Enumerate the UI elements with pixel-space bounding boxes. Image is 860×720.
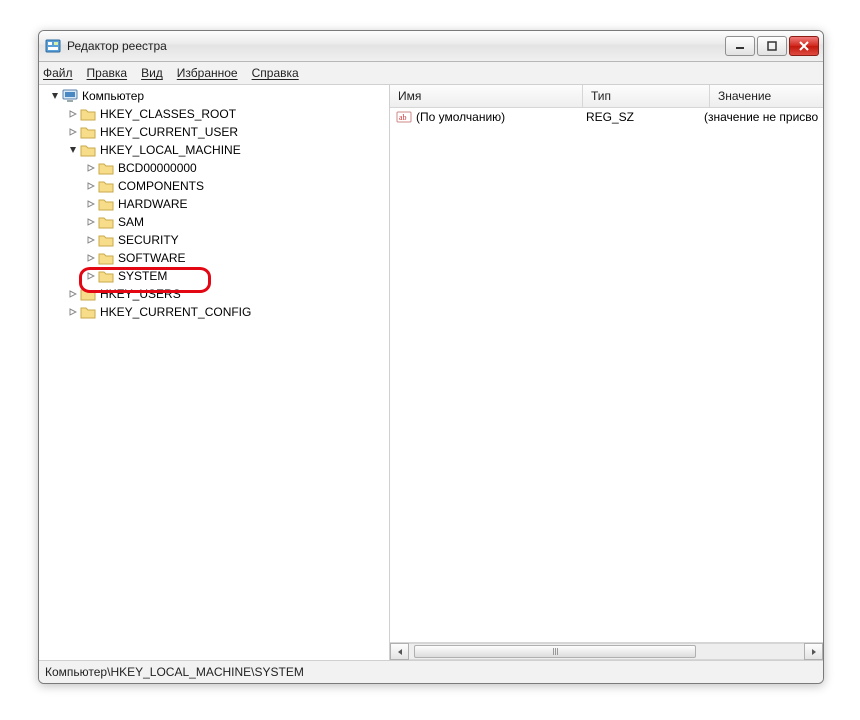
- menu-help[interactable]: Справка: [252, 66, 299, 80]
- row-name: (По умолчанию): [416, 110, 586, 124]
- tree-item-label: SYSTEM: [118, 269, 167, 283]
- expand-icon[interactable]: [67, 288, 79, 300]
- tree-root-label: Компьютер: [82, 89, 144, 103]
- tree-hkcr[interactable]: HKEY_CLASSES_ROOT: [39, 105, 389, 123]
- tree-item-label: HKEY_USERS: [100, 287, 181, 301]
- expand-icon[interactable]: [85, 270, 97, 282]
- horizontal-scrollbar[interactable]: [390, 642, 823, 660]
- tree-item-label: BCD00000000: [118, 161, 197, 175]
- column-header-value[interactable]: Значение: [710, 85, 823, 107]
- row-value: (значение не присво: [704, 110, 823, 124]
- menu-view[interactable]: Вид: [141, 66, 163, 80]
- computer-icon: [62, 89, 78, 103]
- tree-item-label: HKEY_CURRENT_USER: [100, 125, 238, 139]
- expand-icon[interactable]: [85, 252, 97, 264]
- expand-icon[interactable]: [67, 306, 79, 318]
- minimize-button[interactable]: [725, 36, 755, 56]
- collapse-icon[interactable]: [49, 90, 61, 102]
- regedit-window: Редактор реестра Файл Правка Вид Избранн…: [38, 30, 824, 684]
- tree-item-label: HARDWARE: [118, 197, 188, 211]
- list-pane: Имя Тип Значение ab (По умолчанию) REG_S…: [390, 85, 823, 660]
- scroll-right-button[interactable]: [804, 643, 823, 660]
- column-header-name[interactable]: Имя: [390, 85, 583, 107]
- tree-hklm-child[interactable]: SAM: [39, 213, 389, 231]
- svg-text:ab: ab: [399, 113, 407, 122]
- tree-root[interactable]: Компьютер: [39, 87, 389, 105]
- scroll-left-button[interactable]: [390, 643, 409, 660]
- status-path: Компьютер\HKEY_LOCAL_MACHINE\SYSTEM: [45, 665, 304, 679]
- tree-item-label: COMPONENTS: [118, 179, 204, 193]
- folder-icon: [98, 215, 114, 229]
- tree[interactable]: Компьютер HKEY_CLASSES_ROOT HKEY_CURRENT…: [39, 87, 389, 321]
- tree-hkcc[interactable]: HKEY_CURRENT_CONFIG: [39, 303, 389, 321]
- tree-hkcu[interactable]: HKEY_CURRENT_USER: [39, 123, 389, 141]
- tree-hklm-child[interactable]: HARDWARE: [39, 195, 389, 213]
- tree-hklm-child[interactable]: SOFTWARE: [39, 249, 389, 267]
- expand-icon[interactable]: [67, 108, 79, 120]
- folder-icon: [80, 287, 96, 301]
- list-body[interactable]: ab (По умолчанию) REG_SZ (значение не пр…: [390, 108, 823, 642]
- folder-icon: [98, 269, 114, 283]
- expand-icon[interactable]: [85, 216, 97, 228]
- main-split: Компьютер HKEY_CLASSES_ROOT HKEY_CURRENT…: [39, 85, 823, 660]
- expand-icon[interactable]: [85, 198, 97, 210]
- tree-hklm-child[interactable]: COMPONENTS: [39, 177, 389, 195]
- folder-icon: [80, 125, 96, 139]
- folder-icon: [98, 233, 114, 247]
- folder-icon: [80, 305, 96, 319]
- expand-icon[interactable]: [85, 180, 97, 192]
- title-bar: Редактор реестра: [39, 31, 823, 62]
- folder-icon: [80, 143, 96, 157]
- folder-icon: [98, 197, 114, 211]
- tree-item-label: SAM: [118, 215, 144, 229]
- status-bar: Компьютер\HKEY_LOCAL_MACHINE\SYSTEM: [39, 660, 823, 683]
- expand-icon[interactable]: [85, 162, 97, 174]
- tree-item-label: HKEY_LOCAL_MACHINE: [100, 143, 241, 157]
- string-value-icon: ab: [396, 109, 412, 125]
- tree-item-label: HKEY_CLASSES_ROOT: [100, 107, 236, 121]
- folder-icon: [98, 161, 114, 175]
- expand-icon[interactable]: [67, 126, 79, 138]
- tree-hklm[interactable]: HKEY_LOCAL_MACHINE: [39, 141, 389, 159]
- scroll-track[interactable]: [409, 643, 804, 660]
- tree-hklm-system[interactable]: SYSTEM: [39, 267, 389, 285]
- list-header: Имя Тип Значение: [390, 85, 823, 108]
- menu-bar: Файл Правка Вид Избранное Справка: [39, 62, 823, 85]
- app-icon: [45, 38, 61, 54]
- close-button[interactable]: [789, 36, 819, 56]
- window-title: Редактор реестра: [67, 39, 167, 53]
- row-type: REG_SZ: [586, 110, 704, 124]
- tree-pane: Компьютер HKEY_CLASSES_ROOT HKEY_CURRENT…: [39, 85, 390, 660]
- tree-item-label: SECURITY: [118, 233, 179, 247]
- tree-item-label: SOFTWARE: [118, 251, 186, 265]
- scroll-thumb[interactable]: [414, 645, 696, 658]
- folder-icon: [80, 107, 96, 121]
- menu-favorites[interactable]: Избранное: [177, 66, 238, 80]
- expand-icon[interactable]: [85, 234, 97, 246]
- list-row[interactable]: ab (По умолчанию) REG_SZ (значение не пр…: [390, 108, 823, 126]
- maximize-button[interactable]: [757, 36, 787, 56]
- folder-icon: [98, 179, 114, 193]
- collapse-icon[interactable]: [67, 144, 79, 156]
- tree-hklm-child[interactable]: BCD00000000: [39, 159, 389, 177]
- menu-edit[interactable]: Правка: [87, 66, 128, 80]
- column-header-type[interactable]: Тип: [583, 85, 710, 107]
- tree-item-label: HKEY_CURRENT_CONFIG: [100, 305, 251, 319]
- menu-file[interactable]: Файл: [43, 66, 73, 80]
- tree-hku[interactable]: HKEY_USERS: [39, 285, 389, 303]
- tree-hklm-child[interactable]: SECURITY: [39, 231, 389, 249]
- folder-icon: [98, 251, 114, 265]
